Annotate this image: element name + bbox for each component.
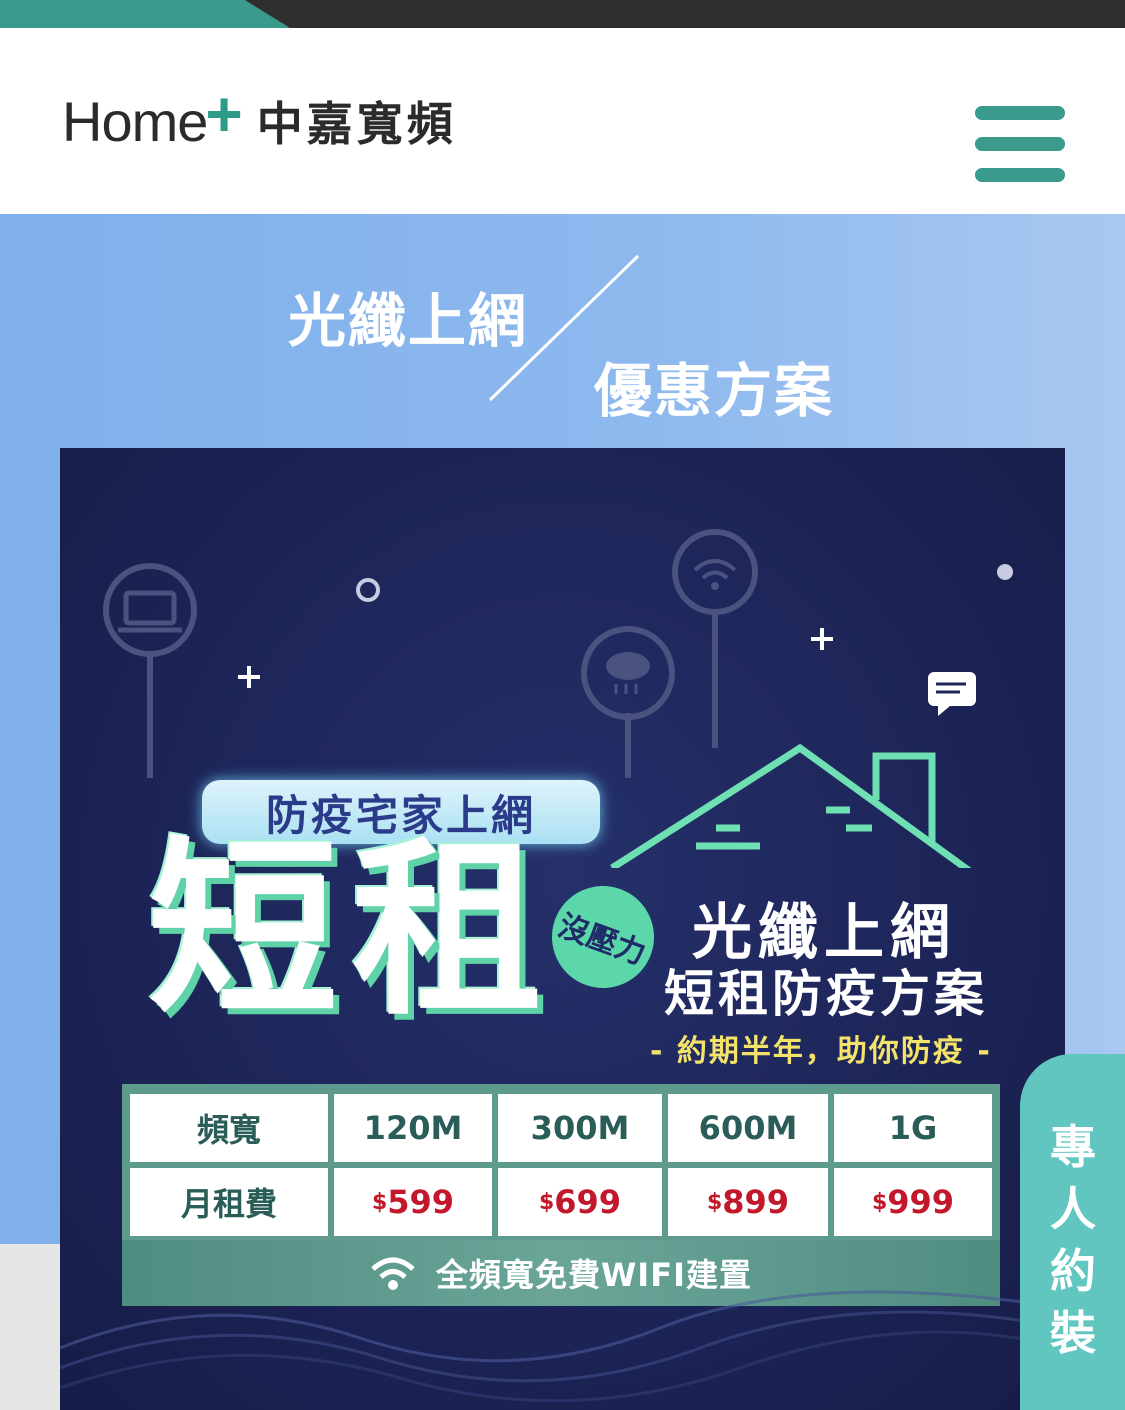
top-accent-stripe [0,0,290,28]
header-bandwidth: 頻寬 [130,1094,328,1162]
header-600m: 600M [668,1094,828,1162]
wifi-icon [693,559,737,590]
menu-icon[interactable] [975,106,1065,182]
header-1g: 1G [834,1094,992,1162]
hero-title-right: 優惠方案 [594,357,835,425]
promo-banner[interactable]: 防疫宅家上網 短租 沒壓力 光纖上網 短租防疫方案 - 約期半年，助你防疫 - … [60,448,1065,1410]
house-icon [610,743,972,868]
header-120m: 120M [334,1094,492,1162]
chat-icon [928,672,976,716]
promo-headline: 短租 [148,820,557,1041]
price-cell: $899 [668,1168,828,1236]
promo-term-note: - 約期半年，助你防疫 - [650,1034,992,1069]
logo-english: Home [62,89,208,153]
header-300m: 300M [498,1094,662,1162]
sidetab-char: 專 [1050,1120,1096,1174]
sidetab-char: 人 [1050,1182,1096,1236]
price-cell: $599 [334,1168,492,1236]
row-label-monthly-fee: 月租費 [130,1168,328,1236]
price-cell: $699 [498,1168,662,1236]
sidetab-char: 裝 [1050,1306,1096,1360]
cloud-rain-icon [606,652,650,694]
laptop-icon [118,590,182,633]
price-cell: $999 [834,1168,992,1236]
banner-wave [60,1290,1065,1403]
sidetab-char: 約 [1050,1244,1096,1298]
site-header: Home + 中嘉寬頻 [0,28,1125,214]
promo-badge: 沒壓力 [537,871,669,1003]
brand-logo[interactable]: Home + 中嘉寬頻 [62,78,457,156]
logo-chinese: 中嘉寬頻 [256,97,457,151]
promo-subtitle: 短租防疫方案 [664,965,988,1023]
logo-plus: + [205,78,243,150]
page: Home + 中嘉寬頻 光纖上網 優惠方案 防疫宅家上網 短租 沒壓力 光纖上網… [0,0,1125,1410]
appointment-tab[interactable]: 專 人 約 裝 [1020,1054,1125,1410]
